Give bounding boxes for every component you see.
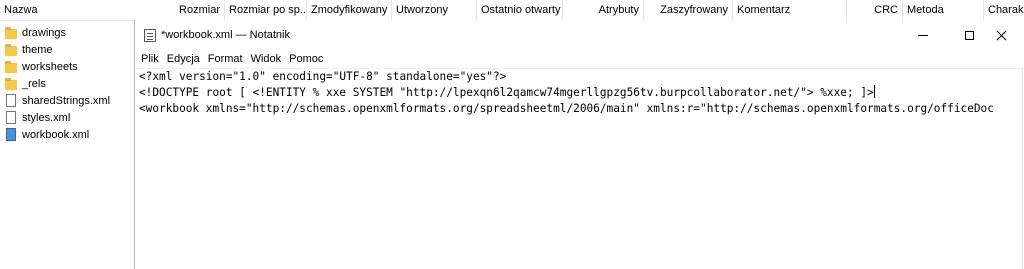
text-caret	[873, 85, 875, 98]
file-name: drawings	[22, 26, 67, 39]
folder-icon	[4, 77, 18, 91]
column-last-opened[interactable]: Ostatnio otwarty	[476, 0, 562, 20]
menu-bar: Plik Edycja Format Widok Pomoc	[135, 50, 327, 68]
list-item[interactable]: worksheets	[0, 58, 132, 75]
column-compressed-size[interactable]: Rozmiar po sp...	[224, 0, 306, 20]
notepad-icon	[144, 29, 156, 42]
list-item[interactable]: sharedStrings.xml	[0, 92, 132, 109]
column-created[interactable]: Utworzony	[391, 0, 476, 20]
list-item[interactable]: _rels	[0, 75, 132, 92]
text-line: <?xml version="1.0" encoding="UTF-8" sta…	[139, 70, 507, 83]
list-item[interactable]: drawings	[0, 24, 132, 41]
text-editor[interactable]: <?xml version="1.0" encoding="UTF-8" sta…	[135, 68, 1024, 269]
column-characteristics[interactable]: Charak	[983, 0, 1024, 20]
file-name: theme	[22, 43, 53, 56]
menu-edit[interactable]: Edycja	[163, 50, 204, 68]
file-icon	[4, 93, 18, 108]
column-encrypted[interactable]: Zaszyfrowany	[643, 0, 732, 20]
column-attributes[interactable]: Atrybuty	[562, 0, 643, 20]
column-method[interactable]: Metoda	[902, 0, 983, 20]
title-bar[interactable]: *workbook.xml — Notatnik	[135, 20, 1024, 50]
maximize-icon	[964, 30, 974, 40]
minimize-icon	[918, 34, 928, 36]
file-name: workbook.xml	[22, 128, 90, 141]
list-item[interactable]: theme	[0, 41, 132, 58]
close-icon	[996, 30, 1007, 41]
folder-icon	[4, 26, 18, 40]
file-icon	[4, 110, 18, 125]
folder-icon	[4, 60, 18, 74]
menu-view[interactable]: Widok	[247, 50, 286, 68]
list-item[interactable]: styles.xml	[0, 109, 132, 126]
file-list: drawings theme worksheets _rels sharedSt…	[0, 24, 132, 143]
text-line: <workbook xmlns="http://schemas.openxmlf…	[139, 102, 994, 115]
file-name: sharedStrings.xml	[22, 94, 111, 107]
file-name: worksheets	[22, 60, 78, 73]
menu-file[interactable]: Plik	[137, 50, 163, 68]
column-name[interactable]: Nazwa	[0, 0, 132, 20]
column-size[interactable]: Rozmiar	[132, 0, 224, 20]
minimize-button[interactable]	[900, 20, 946, 50]
menu-format[interactable]: Format	[204, 50, 247, 68]
close-button[interactable]	[978, 20, 1024, 50]
list-item[interactable]: workbook.xml	[0, 126, 132, 143]
column-crc[interactable]: CRC	[846, 0, 902, 20]
notepad-window: *workbook.xml — Notatnik Plik Edycja For…	[134, 20, 1024, 269]
menu-help[interactable]: Pomoc	[285, 50, 327, 68]
file-list-header: Nazwa Rozmiar Rozmiar po sp... Zmodyfiko…	[0, 0, 1024, 21]
file-name: _rels	[22, 77, 46, 90]
column-modified[interactable]: Zmodyfikowany	[306, 0, 391, 20]
text-line: <!DOCTYPE root [ <!ENTITY % xxe SYSTEM "…	[139, 86, 874, 99]
folder-icon	[4, 43, 18, 57]
window-title: *workbook.xml — Notatnik	[161, 29, 290, 41]
text-line-with-caret: <!DOCTYPE root [ <!ENTITY % xxe SYSTEM "…	[139, 85, 875, 101]
xml-file-icon	[4, 127, 18, 142]
column-comment[interactable]: Komentarz	[732, 0, 846, 20]
file-name: styles.xml	[22, 111, 71, 124]
